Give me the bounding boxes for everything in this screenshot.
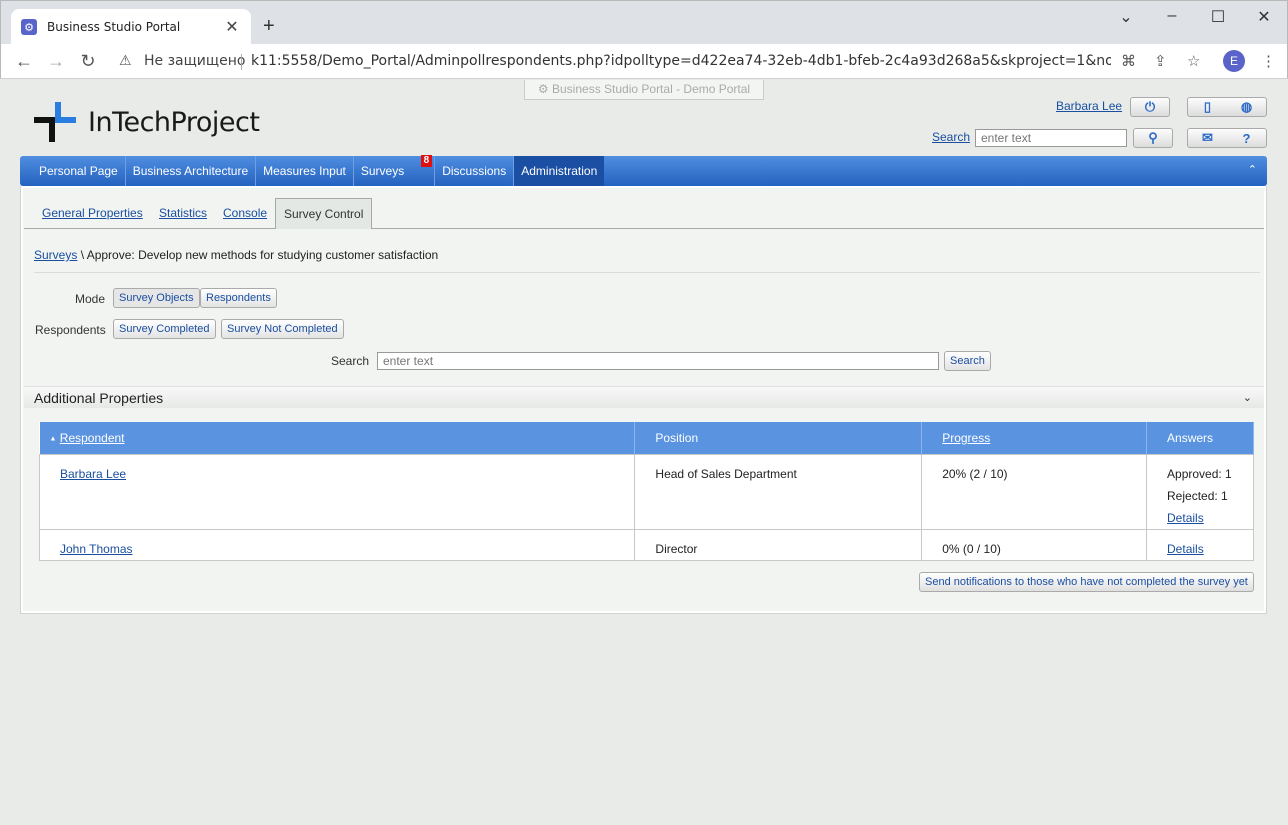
minimize-icon[interactable]: – xyxy=(1157,7,1187,25)
respondents-table: ▲ Respondent Position Progress Answers B… xyxy=(38,422,1254,561)
table-row: Barbara Lee Head of Sales Department 20%… xyxy=(38,453,1254,530)
survey-not-completed-button[interactable]: Survey Not Completed xyxy=(221,319,344,339)
back-icon[interactable]: ← xyxy=(13,51,35,72)
mode-survey-objects-button[interactable]: Survey Objects xyxy=(113,288,200,308)
address-divider xyxy=(241,54,242,70)
respondent-search-input[interactable] xyxy=(377,352,939,370)
position-cell: Director xyxy=(634,528,923,561)
logo-text: InTechProject xyxy=(88,106,260,138)
mail-icon[interactable]: ✉ xyxy=(1188,130,1227,146)
reload-icon[interactable]: ↻ xyxy=(77,51,99,72)
column-progress[interactable]: Progress xyxy=(921,422,1148,454)
rejected-count: Rejected: 1 xyxy=(1167,488,1228,503)
admin-subtabs: General Properties Statistics Console Su… xyxy=(24,198,1264,229)
nav-surveys-label: Surveys xyxy=(360,164,405,178)
collapse-icon[interactable]: ⌃ xyxy=(1248,163,1257,176)
answers-cell: Details xyxy=(1146,528,1254,561)
breadcrumb-surveys-link[interactable]: Surveys xyxy=(34,248,77,262)
surveys-badge: 8 xyxy=(420,155,433,167)
tab-survey-control[interactable]: Survey Control xyxy=(275,198,373,229)
respondent-link[interactable]: Barbara Lee xyxy=(60,467,126,481)
tab-console[interactable]: Console xyxy=(223,206,267,220)
power-icon: ⏻ xyxy=(1144,99,1156,114)
details-link[interactable]: Details xyxy=(1167,542,1204,556)
forward-icon[interactable]: → xyxy=(45,51,67,72)
search-button[interactable]: Search xyxy=(944,351,991,371)
respondent-cell: Barbara Lee xyxy=(38,453,636,530)
star-icon[interactable]: ☆ xyxy=(1187,52,1200,70)
logo[interactable]: InTechProject xyxy=(32,100,260,144)
column-respondent-label[interactable]: Respondent xyxy=(60,431,125,445)
send-notifications-button[interactable]: Send notifications to those who have not… xyxy=(919,572,1254,592)
warning-icon[interactable]: ⚠ xyxy=(119,52,132,69)
address-bar: ← → ↻ ⚠ Не защищено k11:5558/Demo_Portal… xyxy=(0,44,1288,79)
sort-asc-icon: ▲ xyxy=(49,435,57,443)
mode-respondents-button[interactable]: Respondents xyxy=(200,288,277,308)
divider xyxy=(34,272,1260,273)
portal-favicon-icon: ⚙ xyxy=(21,19,37,35)
column-respondent[interactable]: ▲ Respondent xyxy=(39,422,636,454)
mode-label: Mode xyxy=(75,292,106,306)
portal-title-text: Business Studio Portal - Demo Portal xyxy=(552,82,751,96)
help-icon[interactable]: ? xyxy=(1227,131,1266,146)
browser-tab[interactable]: ⚙ Business Studio Portal ✕ xyxy=(11,9,251,45)
search-icon: ⚲ xyxy=(1148,130,1158,145)
share-icon[interactable]: ⇪ xyxy=(1154,52,1167,70)
portal-title: ⚙ Business Studio Portal - Demo Portal xyxy=(524,80,764,100)
insecure-label[interactable]: Не защищено xyxy=(144,53,245,69)
menu-icon[interactable]: ⋮ xyxy=(1261,52,1276,70)
url-field[interactable]: k11:5558/Demo_Portal/Adminpollrespondent… xyxy=(251,53,1111,69)
mail-help-buttons: ✉? xyxy=(1187,128,1267,148)
profile-avatar[interactable]: E xyxy=(1223,50,1245,72)
expand-icon[interactable]: ⌄ xyxy=(1243,391,1252,404)
logout-button[interactable]: ⏻ xyxy=(1130,97,1170,117)
close-tab-icon[interactable]: ✕ xyxy=(223,17,241,37)
browser-tabstrip: ⚙ Business Studio Portal ✕ + ⌄ – ☐ ✕ xyxy=(0,0,1288,45)
search-label: Search xyxy=(331,354,370,368)
user-name-link[interactable]: Barbara Lee xyxy=(1056,99,1122,113)
additional-properties-title: Additional Properties xyxy=(34,390,164,406)
position-cell: Head of Sales Department xyxy=(634,453,923,530)
nav-administration[interactable]: Administration xyxy=(513,156,605,186)
respondent-link[interactable]: John Thomas xyxy=(60,542,133,556)
mobile-icon[interactable]: ▯ xyxy=(1188,99,1227,115)
nav-measures-input[interactable]: Measures Input xyxy=(255,156,353,186)
search-link[interactable]: Search xyxy=(932,130,970,144)
survey-completed-button[interactable]: Survey Completed xyxy=(113,319,216,339)
header-search-input[interactable] xyxy=(975,129,1127,147)
approved-count: Approved: 1 xyxy=(1167,466,1232,481)
nav-discussions[interactable]: Discussions xyxy=(434,156,513,186)
progress-cell: 20% (2 / 10) xyxy=(921,453,1148,530)
nav-business-architecture[interactable]: Business Architecture xyxy=(124,156,255,186)
nav-personal-page[interactable]: Personal Page xyxy=(32,156,125,186)
new-tab-icon[interactable]: + xyxy=(263,15,275,38)
main-navigation: Personal Page Business Architecture Meas… xyxy=(20,155,1267,186)
close-window-icon[interactable]: ✕ xyxy=(1249,7,1279,27)
table-header-row: ▲ Respondent Position Progress Answers xyxy=(39,422,1254,454)
column-position: Position xyxy=(634,422,923,454)
tab-statistics[interactable]: Statistics xyxy=(159,206,207,220)
breadcrumb-current: \ Approve: Develop new methods for study… xyxy=(77,248,439,262)
column-answers: Answers xyxy=(1146,422,1254,454)
breadcrumb: Surveys \ Approve: Develop new methods f… xyxy=(34,248,438,262)
maximize-icon[interactable]: ☐ xyxy=(1203,7,1233,27)
globe-icon[interactable]: ◍ xyxy=(1227,99,1266,115)
tab-general-properties[interactable]: General Properties xyxy=(42,206,143,220)
respondents-label: Respondents xyxy=(35,323,106,337)
table-row: John Thomas Director 0% (0 / 10) Details xyxy=(38,528,1254,561)
column-progress-label[interactable]: Progress xyxy=(942,431,990,445)
progress-cell: 0% (0 / 10) xyxy=(921,528,1148,561)
details-link[interactable]: Details xyxy=(1167,511,1204,525)
translate-icon[interactable]: ⌘ xyxy=(1121,52,1136,70)
logo-icon xyxy=(34,102,76,142)
header-search-button[interactable]: ⚲ xyxy=(1133,128,1173,148)
respondent-cell: John Thomas xyxy=(38,528,636,561)
nav-surveys[interactable]: Surveys 8 xyxy=(352,155,434,186)
device-language-buttons: ▯ ◍ xyxy=(1187,97,1267,117)
chevron-down-icon[interactable]: ⌄ xyxy=(1111,7,1141,27)
additional-properties-bar[interactable]: Additional Properties ⌄ xyxy=(24,386,1264,408)
answers-cell: Approved: 1 Rejected: 1 Details xyxy=(1146,453,1254,530)
tab-title: Business Studio Portal xyxy=(47,20,181,34)
